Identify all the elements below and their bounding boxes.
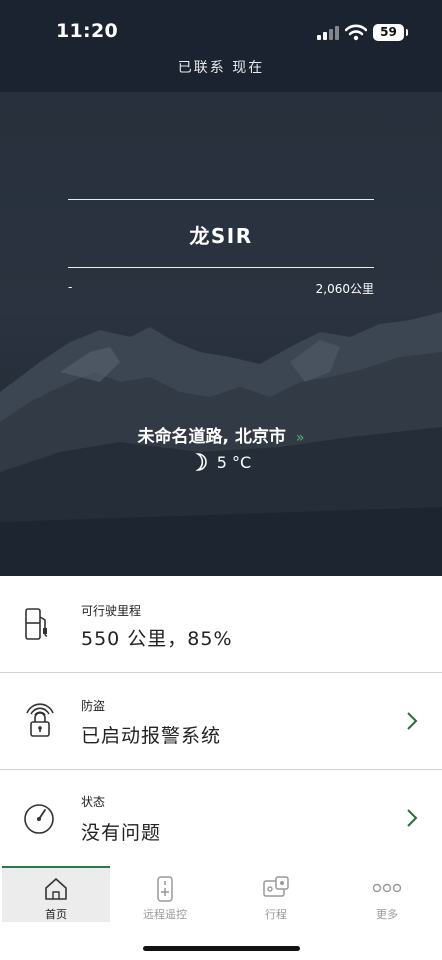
location-text: 未命名道路, 北京市 xyxy=(137,427,286,447)
wifi-icon xyxy=(344,24,368,45)
hero-divider-top xyxy=(68,199,374,200)
gauge-icon xyxy=(22,802,56,840)
trip-icon xyxy=(263,876,289,897)
range-label: 可行驶里程 xyxy=(81,604,142,618)
connection-status: 已联系 现在 xyxy=(177,60,265,76)
weather-info: 5 °C xyxy=(0,452,442,472)
tab-trips[interactable]: 行程 xyxy=(222,866,330,922)
status-bar: 11:20 59 已联系 现在 xyxy=(0,0,442,92)
app-screen: 11:20 59 已联系 现在 龙SIR - 2,060公里 未命名道路, 北京… xyxy=(0,0,442,960)
odometer-value: 2,060公里 xyxy=(315,282,374,296)
temperature-text: 5 °C xyxy=(216,453,252,472)
alarm-lock-icon xyxy=(22,695,58,743)
vehicle-name: 龙SIR xyxy=(189,224,253,248)
tab-trips-label: 行程 xyxy=(265,908,287,921)
tab-more-label: 更多 xyxy=(376,908,398,921)
vehicle-status-card[interactable]: 状态 没有问题 xyxy=(0,770,442,866)
status-label: 状态 xyxy=(81,795,106,809)
range-value: 550 公里，85% xyxy=(81,628,233,650)
anti-theft-label: 防盗 xyxy=(81,699,106,713)
vehicle-location-link[interactable]: 未命名道路, 北京市 » xyxy=(0,422,442,447)
moon-icon xyxy=(195,453,207,471)
location-chevron-icon: » xyxy=(295,430,305,446)
tab-remote-control[interactable]: 远程遥控 xyxy=(111,866,219,922)
home-indicator xyxy=(143,946,300,951)
hero-divider-bottom xyxy=(68,267,374,268)
status-value: 没有问题 xyxy=(81,822,162,844)
battery-indicator: 59 xyxy=(373,24,408,41)
anti-theft-value: 已启动报警系统 xyxy=(81,725,222,747)
tab-home-label: 首页 xyxy=(45,908,67,921)
remote-control-icon xyxy=(157,876,173,902)
chevron-right-icon xyxy=(406,711,418,735)
status-time: 11:20 xyxy=(56,20,118,42)
hero-left-value: - xyxy=(68,280,73,294)
tab-home[interactable]: 首页 xyxy=(2,866,110,922)
anti-theft-card[interactable]: 防盗 已启动报警系统 xyxy=(0,673,442,769)
home-icon xyxy=(45,878,67,900)
cellular-signal-icon xyxy=(317,26,339,40)
tab-remote-control-label: 远程遥控 xyxy=(143,908,187,921)
tab-more[interactable]: 更多 xyxy=(333,866,441,922)
vehicle-hero: 龙SIR - 2,060公里 未命名道路, 北京市 » 5 °C xyxy=(0,92,442,576)
fuel-pump-icon xyxy=(22,606,52,646)
more-icon xyxy=(372,883,402,893)
range-card: 可行驶里程 550 公里，85% xyxy=(0,576,442,672)
chevron-right-icon xyxy=(406,808,418,832)
